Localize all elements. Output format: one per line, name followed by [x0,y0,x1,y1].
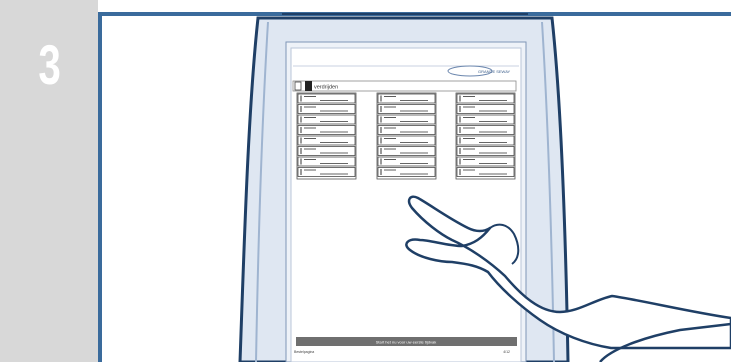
tab-marker-icon [305,81,312,91]
slot-cell[interactable] [456,125,515,135]
slot-cell[interactable] [456,104,515,114]
slot-cell[interactable] [377,135,436,146]
tab-label: verdrijden [314,85,338,91]
slot-cell[interactable] [456,167,515,177]
slot-cell[interactable] [456,114,515,125]
slot-cell[interactable] [377,114,436,125]
slot-cell[interactable] [297,167,356,177]
slot-cell[interactable] [377,146,436,156]
slot-cell[interactable] [297,114,356,125]
slot-cell[interactable] [297,104,356,114]
slot-cell[interactable] [297,125,356,135]
tablet-illustration: GRANDE SEWAY verdrijden Start het nu voo… [238,13,731,362]
footer-left: Bestelpagina [294,350,314,354]
slot-cell[interactable] [377,104,436,114]
screen-tab-bar[interactable]: verdrijden [292,80,517,92]
slot-cell[interactable] [456,135,515,146]
slot-grid [296,92,516,180]
back-arrow-icon[interactable] [294,81,302,91]
slot-cell[interactable] [456,93,515,104]
slot-cell[interactable] [456,156,515,167]
slot-cell[interactable] [377,125,436,135]
footer-right: 4/12 [503,350,510,354]
slot-cell[interactable] [456,146,515,156]
slot-cell[interactable] [297,156,356,167]
slot-cell[interactable] [297,93,356,104]
slot-cell[interactable] [297,135,356,146]
bottom-bar-label[interactable]: Start het nu voor uw eerste tijdvak [376,340,436,345]
slot-cell[interactable] [377,156,436,167]
slot-cell[interactable] [377,167,436,177]
slot-cell[interactable] [297,146,356,156]
slot-cell[interactable] [377,93,436,104]
logo-text: GRANDE SEWAY [478,69,511,74]
